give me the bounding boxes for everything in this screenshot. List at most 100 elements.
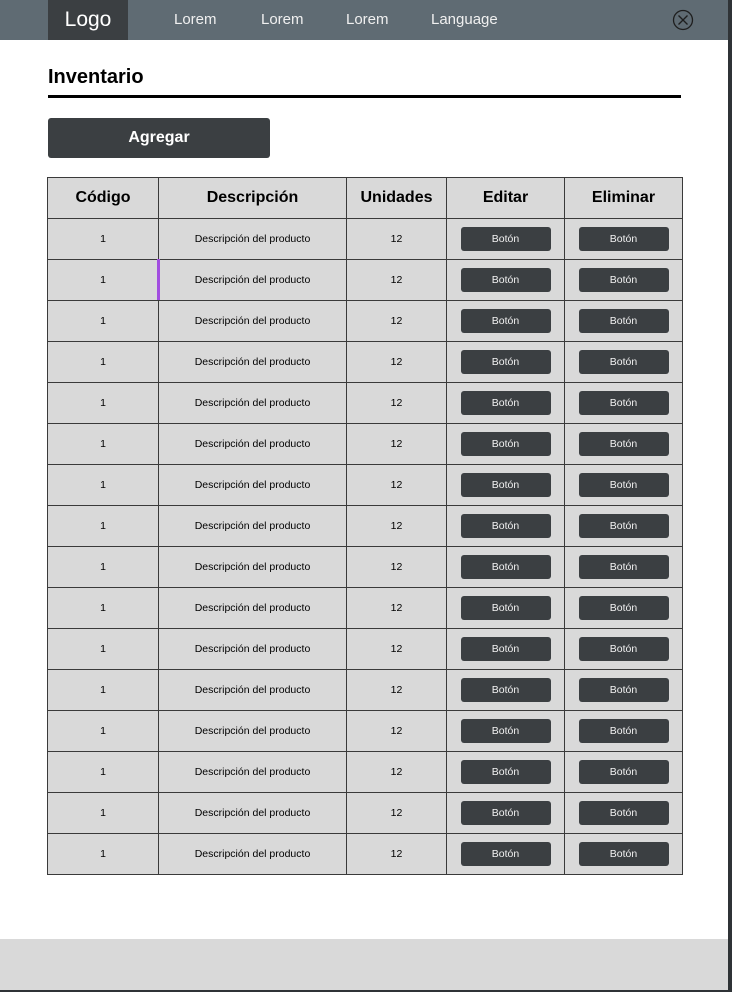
table-row: 1 Descripción del producto 12 Botón Botón bbox=[47, 259, 683, 301]
edit-button[interactable]: Botón bbox=[460, 268, 551, 292]
delete-cell: Botón bbox=[564, 833, 683, 875]
delete-cell: Botón bbox=[564, 710, 683, 752]
edit-cell: Botón bbox=[446, 259, 565, 301]
edit-cell: Botón bbox=[446, 546, 565, 588]
description-cell: Descripción del producto bbox=[158, 259, 347, 301]
table-body: 1 Descripción del producto 12 Botón Botón 1 De… bbox=[47, 218, 683, 875]
row-selection-indicator bbox=[157, 259, 160, 300]
nav-link-lorem-2[interactable]: Lorem bbox=[261, 0, 304, 40]
close-icon[interactable] bbox=[672, 9, 694, 31]
delete-cell: Botón bbox=[564, 259, 683, 301]
table-row: 1 Descripción del producto 12 Botón Botón bbox=[47, 341, 683, 383]
table-row: 1 Descripción del producto 12 Botón Botón bbox=[47, 710, 683, 752]
column-header-code: Código bbox=[47, 177, 159, 219]
delete-button[interactable]: Botón bbox=[578, 268, 669, 292]
delete-button[interactable]: Botón bbox=[578, 350, 669, 374]
edit-cell: Botón bbox=[446, 587, 565, 629]
edit-button[interactable]: Botón bbox=[460, 596, 551, 620]
table-row: 1 Descripción del producto 12 Botón Botón bbox=[47, 792, 683, 834]
title-divider bbox=[48, 95, 681, 98]
table-row: 1 Descripción del producto 12 Botón Botón bbox=[47, 505, 683, 547]
edit-button[interactable]: Botón bbox=[460, 391, 551, 415]
units-cell: 12 bbox=[346, 505, 447, 547]
delete-cell: Botón bbox=[564, 628, 683, 670]
code-cell: 1 bbox=[47, 669, 159, 711]
column-header-description: Descripción bbox=[158, 177, 347, 219]
code-cell: 1 bbox=[47, 546, 159, 588]
column-header-edit: Editar bbox=[446, 177, 565, 219]
edit-button[interactable]: Botón bbox=[460, 637, 551, 661]
edit-button[interactable]: Botón bbox=[460, 678, 551, 702]
edit-button[interactable]: Botón bbox=[460, 309, 551, 333]
units-cell: 12 bbox=[346, 833, 447, 875]
code-cell: 1 bbox=[47, 833, 159, 875]
table-row: 1 Descripción del producto 12 Botón Botón bbox=[47, 423, 683, 465]
edit-button[interactable]: Botón bbox=[460, 842, 551, 866]
description-cell: Descripción del producto bbox=[158, 505, 347, 547]
code-cell: 1 bbox=[47, 300, 159, 342]
logo[interactable]: Logo bbox=[48, 0, 128, 40]
code-cell: 1 bbox=[47, 587, 159, 629]
code-cell: 1 bbox=[47, 628, 159, 670]
table-row: 1 Descripción del producto 12 Botón Botón bbox=[47, 300, 683, 342]
table-row: 1 Descripción del producto 12 Botón Botón bbox=[47, 628, 683, 670]
edit-button[interactable]: Botón bbox=[460, 555, 551, 579]
delete-cell: Botón bbox=[564, 792, 683, 834]
edit-button[interactable]: Botón bbox=[460, 514, 551, 538]
top-navbar: Logo Lorem Lorem Lorem Language bbox=[0, 0, 728, 40]
table-row: 1 Descripción del producto 12 Botón Botón bbox=[47, 669, 683, 711]
edit-cell: Botón bbox=[446, 341, 565, 383]
description-cell: Descripción del producto bbox=[158, 218, 347, 260]
description-cell: Descripción del producto bbox=[158, 628, 347, 670]
delete-button[interactable]: Botón bbox=[578, 227, 669, 251]
units-cell: 12 bbox=[346, 300, 447, 342]
delete-button[interactable]: Botón bbox=[578, 842, 669, 866]
edit-cell: Botón bbox=[446, 710, 565, 752]
delete-button[interactable]: Botón bbox=[578, 514, 669, 538]
delete-button[interactable]: Botón bbox=[578, 760, 669, 784]
delete-button[interactable]: Botón bbox=[578, 719, 669, 743]
description-cell: Descripción del producto bbox=[158, 464, 347, 506]
units-cell: 12 bbox=[346, 792, 447, 834]
table-row: 1 Descripción del producto 12 Botón Botón bbox=[47, 751, 683, 793]
delete-button[interactable]: Botón bbox=[578, 801, 669, 825]
edit-button[interactable]: Botón bbox=[460, 350, 551, 374]
delete-button[interactable]: Botón bbox=[578, 678, 669, 702]
add-button[interactable]: Agregar bbox=[48, 118, 270, 158]
table-row: 1 Descripción del producto 12 Botón Botón bbox=[47, 587, 683, 629]
nav-link-lorem-3[interactable]: Lorem bbox=[346, 0, 389, 40]
delete-cell: Botón bbox=[564, 382, 683, 424]
units-cell: 12 bbox=[346, 464, 447, 506]
description-cell: Descripción del producto bbox=[158, 792, 347, 834]
edit-button[interactable]: Botón bbox=[460, 473, 551, 497]
window-border-right bbox=[728, 0, 732, 992]
delete-button[interactable]: Botón bbox=[578, 391, 669, 415]
units-cell: 12 bbox=[346, 546, 447, 588]
edit-cell: Botón bbox=[446, 628, 565, 670]
units-cell: 12 bbox=[346, 259, 447, 301]
edit-cell: Botón bbox=[446, 669, 565, 711]
edit-button[interactable]: Botón bbox=[460, 719, 551, 743]
delete-button[interactable]: Botón bbox=[578, 473, 669, 497]
edit-button[interactable]: Botón bbox=[460, 801, 551, 825]
delete-cell: Botón bbox=[564, 341, 683, 383]
units-cell: 12 bbox=[346, 218, 447, 260]
delete-button[interactable]: Botón bbox=[578, 432, 669, 456]
edit-cell: Botón bbox=[446, 505, 565, 547]
delete-cell: Botón bbox=[564, 751, 683, 793]
delete-button[interactable]: Botón bbox=[578, 555, 669, 579]
page: Logo Lorem Lorem Lorem Language Inventar… bbox=[0, 0, 728, 990]
delete-button[interactable]: Botón bbox=[578, 596, 669, 620]
edit-button[interactable]: Botón bbox=[460, 760, 551, 784]
edit-cell: Botón bbox=[446, 792, 565, 834]
edit-button[interactable]: Botón bbox=[460, 432, 551, 456]
nav-link-lorem-1[interactable]: Lorem bbox=[174, 0, 217, 40]
code-cell: 1 bbox=[47, 423, 159, 465]
delete-button[interactable]: Botón bbox=[578, 309, 669, 333]
delete-button[interactable]: Botón bbox=[578, 637, 669, 661]
edit-button[interactable]: Botón bbox=[460, 227, 551, 251]
description-cell: Descripción del producto bbox=[158, 833, 347, 875]
table-row: 1 Descripción del producto 12 Botón Botón bbox=[47, 218, 683, 260]
nav-link-language[interactable]: Language bbox=[431, 0, 498, 40]
table-row: 1 Descripción del producto 12 Botón Botón bbox=[47, 464, 683, 506]
